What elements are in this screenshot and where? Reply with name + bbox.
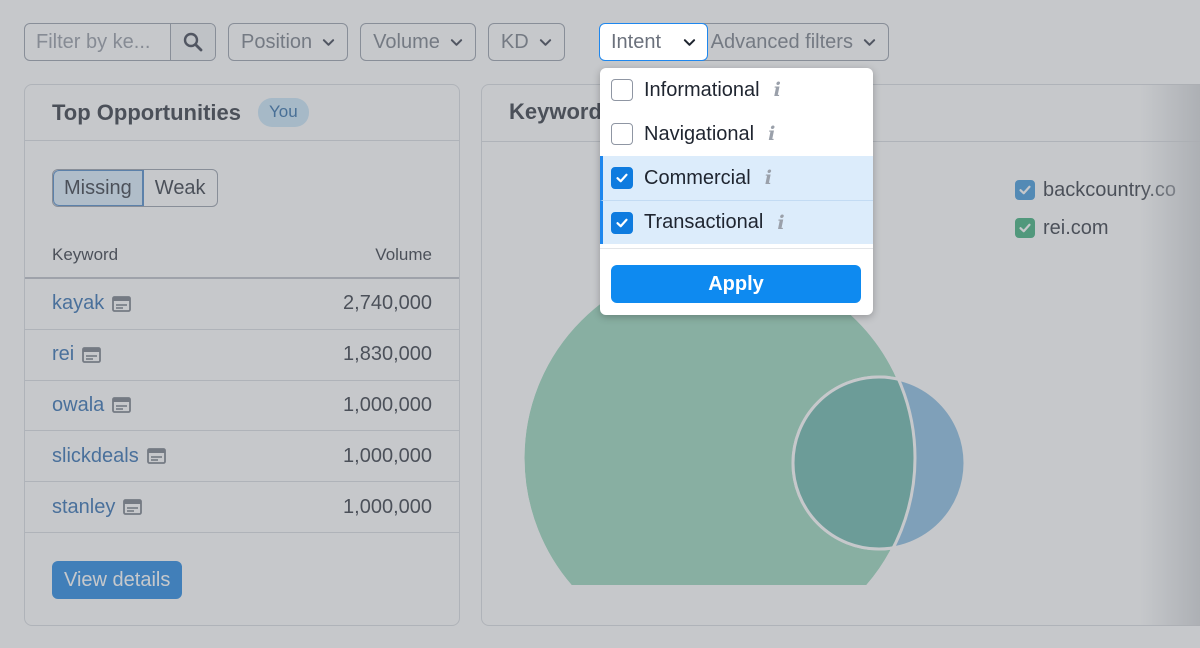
info-icon[interactable]: i [765,167,772,189]
info-icon[interactable]: i [774,79,781,101]
intent-option-navigational[interactable]: Navigational i [600,112,873,156]
intent-option-commercial[interactable]: Commercial i [600,156,873,200]
intent-filter-label: Intent [611,30,662,53]
checkbox-unchecked-icon[interactable] [611,123,633,145]
info-icon[interactable]: i [777,212,784,234]
option-label: Informational [644,78,760,101]
checkbox-checked-icon[interactable] [611,167,633,189]
intent-option-transactional[interactable]: Transactional i [600,200,873,244]
option-label: Navigational [644,122,755,145]
intent-option-informational[interactable]: Informational i [600,68,873,112]
info-icon[interactable]: i [768,123,775,145]
page: Position Volume KD Advanced filters Top … [0,0,1200,648]
option-label: Commercial [644,166,751,189]
option-label: Transactional [644,211,764,233]
checkbox-unchecked-icon[interactable] [611,79,633,101]
intent-filter-dropdown[interactable]: Intent [599,23,708,61]
chevron-down-icon [683,38,696,46]
checkbox-checked-icon[interactable] [611,211,633,234]
apply-footer: Apply [600,248,873,315]
apply-button[interactable]: Apply [611,265,861,303]
intent-dropdown-panel: Informational i Navigational i Commercia… [600,68,873,315]
